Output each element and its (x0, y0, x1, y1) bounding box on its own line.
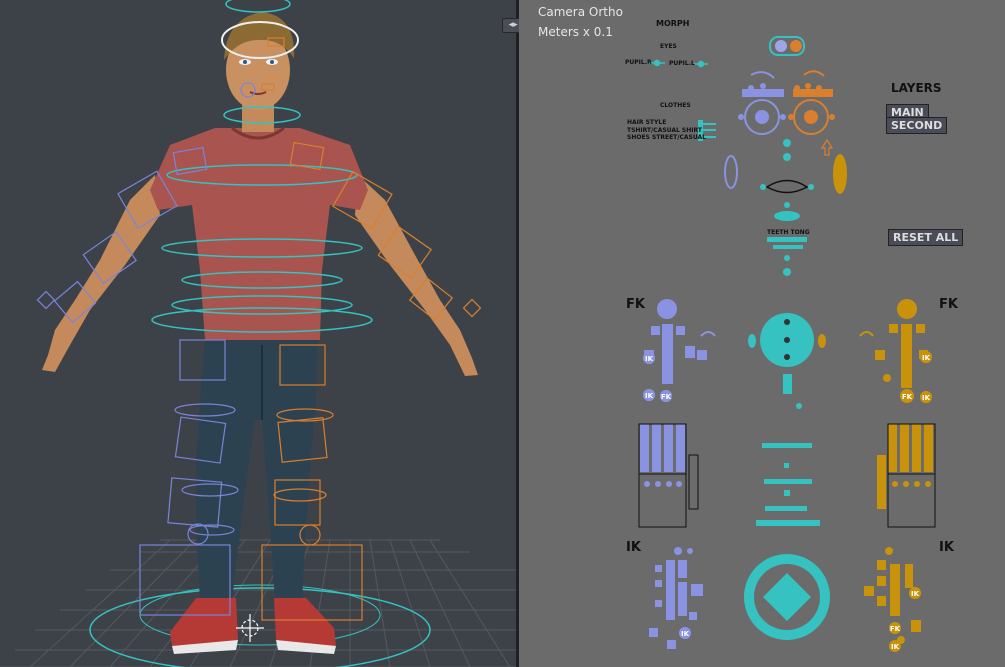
center-spine-picker (756, 443, 820, 526)
svg-text:IK: IK (911, 590, 920, 598)
layers-label: LAYERS (891, 81, 942, 95)
3d-viewport[interactable] (0, 0, 516, 667)
head-picker-left (742, 71, 784, 135)
cheek-right (833, 154, 847, 194)
right-arm (355, 175, 478, 376)
reset-all-button[interactable]: RESET ALL (888, 229, 964, 246)
head-picker-right (793, 70, 833, 135)
teeth-tong-label: TEETH TONG (767, 229, 810, 236)
fk-right-arm-picker (859, 299, 932, 403)
pupil-r-label: PUPIL.R (625, 59, 652, 66)
3d-cursor (236, 614, 264, 642)
shirt-label: TSHIRT/CASUAL SHIRT (627, 127, 702, 134)
left-arm (42, 175, 160, 372)
shoes-label: SHOES STREET/CASUAL (627, 134, 706, 141)
picker-viewport[interactable]: Camera Ortho Meters x 0.1 IK IK FK IK FK… (519, 0, 1005, 667)
pupil-l-label: PUPIL.L (669, 60, 695, 67)
svg-text:FK: FK (661, 393, 672, 401)
eyes-label: EYES (660, 43, 677, 50)
svg-text:IK: IK (922, 354, 931, 362)
blender-window: ◂▸ ◈ Camera Ortho Meters x 0.1 IK IK FK … (0, 0, 1005, 667)
ik-left-label: IK (626, 540, 641, 555)
svg-text:FK: FK (902, 393, 913, 401)
cheek-left (724, 155, 738, 189)
rig-picker-canvas[interactable]: IK IK FK IK FK IK IK IK FK IK (519, 0, 1005, 667)
ik-badge-text: IK (645, 355, 654, 363)
svg-text:FK: FK (890, 625, 901, 633)
morph-label: MORPH (656, 19, 690, 28)
character-rig-view[interactable] (0, 0, 516, 667)
center-face-column (760, 139, 814, 276)
floor-grid (0, 539, 516, 667)
root-picker (744, 554, 830, 640)
fk-right-label: FK (939, 297, 958, 312)
svg-text:IK: IK (645, 392, 654, 400)
ik-left-leg-picker (649, 547, 703, 649)
svg-text:IK: IK (681, 630, 690, 638)
svg-text:IK: IK (922, 394, 931, 402)
right-hand-picker (877, 423, 936, 528)
ik-right-label: IK (939, 540, 954, 555)
hair-style-label: HAIR STYLE (627, 119, 667, 126)
fk-left-label: FK (626, 297, 645, 312)
left-hand-picker (638, 423, 699, 528)
fk-center (748, 313, 826, 409)
svg-text:IK: IK (891, 643, 900, 651)
clothes-label: CLOTHES (660, 102, 691, 109)
layer-second-button[interactable]: SECOND (886, 117, 948, 134)
fk-left-arm-picker (643, 299, 716, 402)
